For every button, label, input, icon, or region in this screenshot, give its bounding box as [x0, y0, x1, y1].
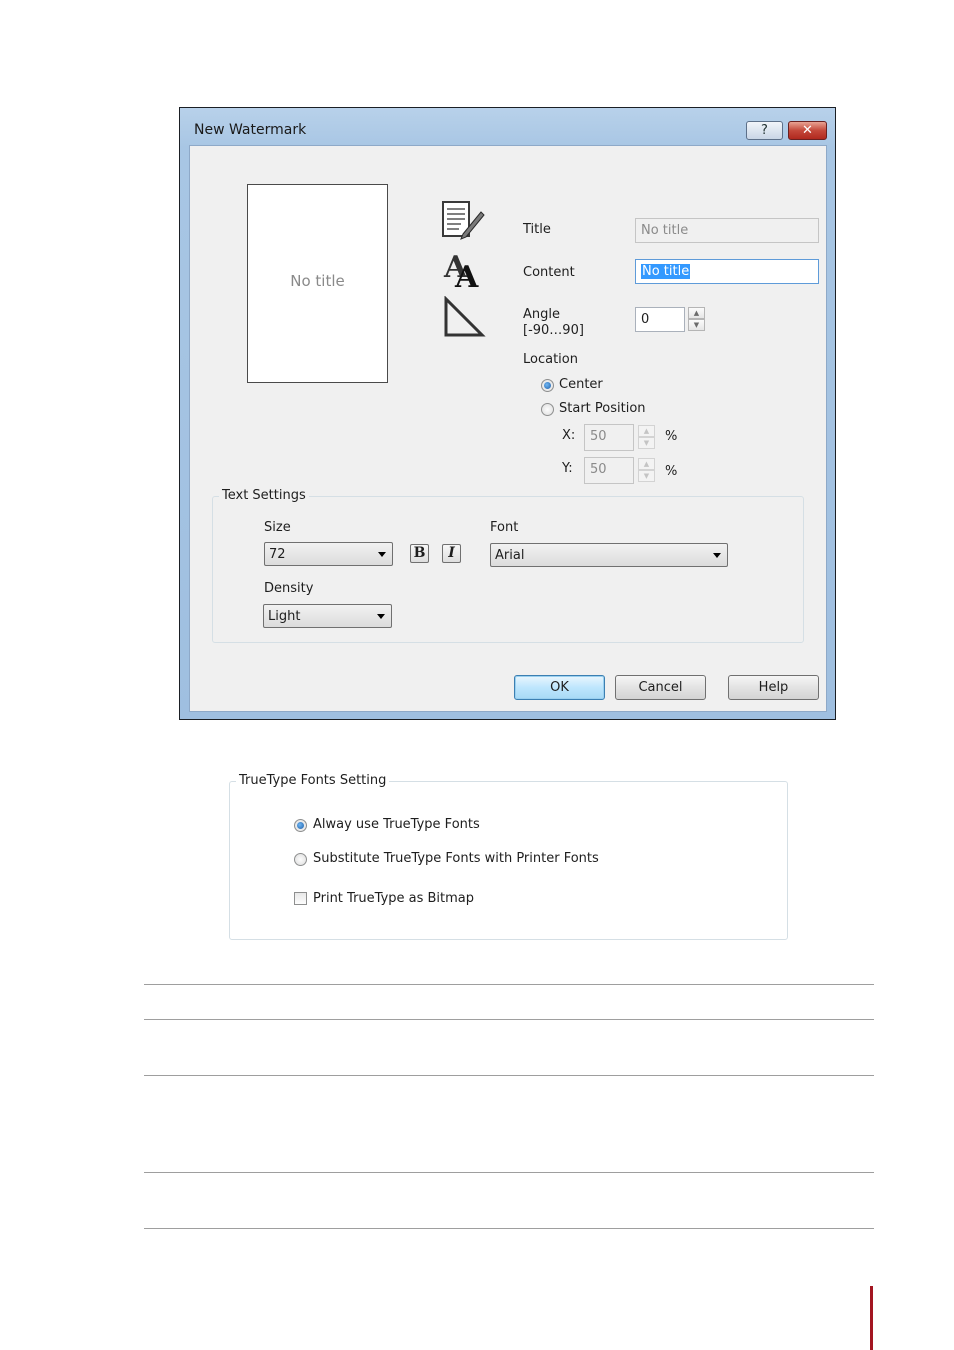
- new-watermark-dialog: New Watermark ? ✕ No title A A Title No …: [179, 107, 836, 720]
- font-icon: A A: [443, 250, 479, 291]
- close-button[interactable]: ✕: [788, 121, 827, 140]
- title-label: Title: [523, 222, 551, 237]
- x-spinner[interactable]: ▲ ▼: [638, 425, 655, 450]
- always-truetype-radio[interactable]: [294, 819, 307, 832]
- bitmap-checkbox[interactable]: [294, 892, 307, 905]
- spin-down-icon[interactable]: ▼: [688, 319, 705, 331]
- always-truetype-label[interactable]: Alway use TrueType Fonts: [313, 817, 480, 832]
- center-radio[interactable]: [541, 379, 554, 392]
- density-value: Light: [268, 609, 301, 624]
- center-radio-label[interactable]: Center: [559, 377, 603, 392]
- text-settings-title: Text Settings: [219, 488, 309, 503]
- dialog-client-area: No title A A Title No title Content No t…: [189, 145, 827, 712]
- angle-input[interactable]: 0: [635, 307, 685, 332]
- dropdown-arrow-icon: [378, 552, 386, 557]
- spin-down-icon[interactable]: ▼: [638, 437, 655, 449]
- close-icon: ✕: [802, 123, 813, 138]
- size-value: 72: [269, 547, 286, 562]
- spin-up-icon[interactable]: ▲: [638, 425, 655, 437]
- bold-button[interactable]: B: [410, 544, 429, 563]
- svg-text:A: A: [454, 260, 479, 291]
- help-button[interactable]: Help: [728, 675, 819, 700]
- italic-button[interactable]: I: [442, 544, 461, 563]
- substitute-fonts-label[interactable]: Substitute TrueType Fonts with Printer F…: [313, 851, 599, 866]
- dropdown-arrow-icon: [713, 553, 721, 558]
- preview-text: No title: [290, 272, 345, 290]
- density-dropdown[interactable]: Light: [263, 604, 392, 628]
- ok-button[interactable]: OK: [514, 675, 605, 700]
- table-rule: [144, 1075, 874, 1076]
- font-dropdown[interactable]: Arial: [490, 543, 728, 567]
- y-label: Y:: [562, 461, 573, 476]
- angle-spinner[interactable]: ▲ ▼: [688, 307, 705, 332]
- help-titlebar-button[interactable]: ?: [746, 121, 783, 140]
- x-input[interactable]: 50: [584, 424, 634, 451]
- table-rule: [144, 1019, 874, 1020]
- table-rule: [144, 984, 874, 985]
- content-selected-text: No title: [641, 264, 691, 279]
- angle-label: Angle: [523, 307, 560, 322]
- font-value: Arial: [495, 548, 525, 563]
- y-input[interactable]: 50: [584, 457, 634, 484]
- table-rule: [144, 1172, 874, 1173]
- title-field[interactable]: No title: [635, 218, 819, 243]
- content-label: Content: [523, 265, 575, 280]
- page-accent-bar: [870, 1286, 873, 1350]
- table-rule: [144, 1228, 874, 1229]
- start-position-radio[interactable]: [541, 403, 554, 416]
- truetype-settings-title: TrueType Fonts Setting: [236, 773, 390, 788]
- x-label: X:: [562, 428, 576, 443]
- spin-down-icon[interactable]: ▼: [638, 470, 655, 482]
- spin-up-icon[interactable]: ▲: [638, 458, 655, 470]
- bitmap-checkbox-label[interactable]: Print TrueType as Bitmap: [313, 891, 474, 906]
- substitute-fonts-radio[interactable]: [294, 853, 307, 866]
- location-label: Location: [523, 352, 578, 367]
- density-label: Density: [264, 581, 314, 596]
- watermark-preview: No title: [247, 184, 388, 383]
- dropdown-arrow-icon: [377, 614, 385, 619]
- font-label: Font: [490, 520, 519, 535]
- angle-range-label: [-90…90]: [523, 323, 584, 338]
- angle-triangle-icon: [444, 296, 486, 337]
- content-field[interactable]: No title: [635, 259, 819, 284]
- document-edit-icon: [442, 201, 485, 240]
- size-label: Size: [264, 520, 291, 535]
- x-unit-label: %: [665, 429, 678, 444]
- start-position-radio-label[interactable]: Start Position: [559, 401, 646, 416]
- size-dropdown[interactable]: 72: [264, 542, 393, 566]
- y-unit-label: %: [665, 464, 678, 479]
- spin-up-icon[interactable]: ▲: [688, 307, 705, 319]
- dialog-title: New Watermark: [194, 122, 307, 138]
- question-mark-icon: ?: [761, 123, 768, 138]
- y-spinner[interactable]: ▲ ▼: [638, 458, 655, 483]
- cancel-button[interactable]: Cancel: [615, 675, 706, 700]
